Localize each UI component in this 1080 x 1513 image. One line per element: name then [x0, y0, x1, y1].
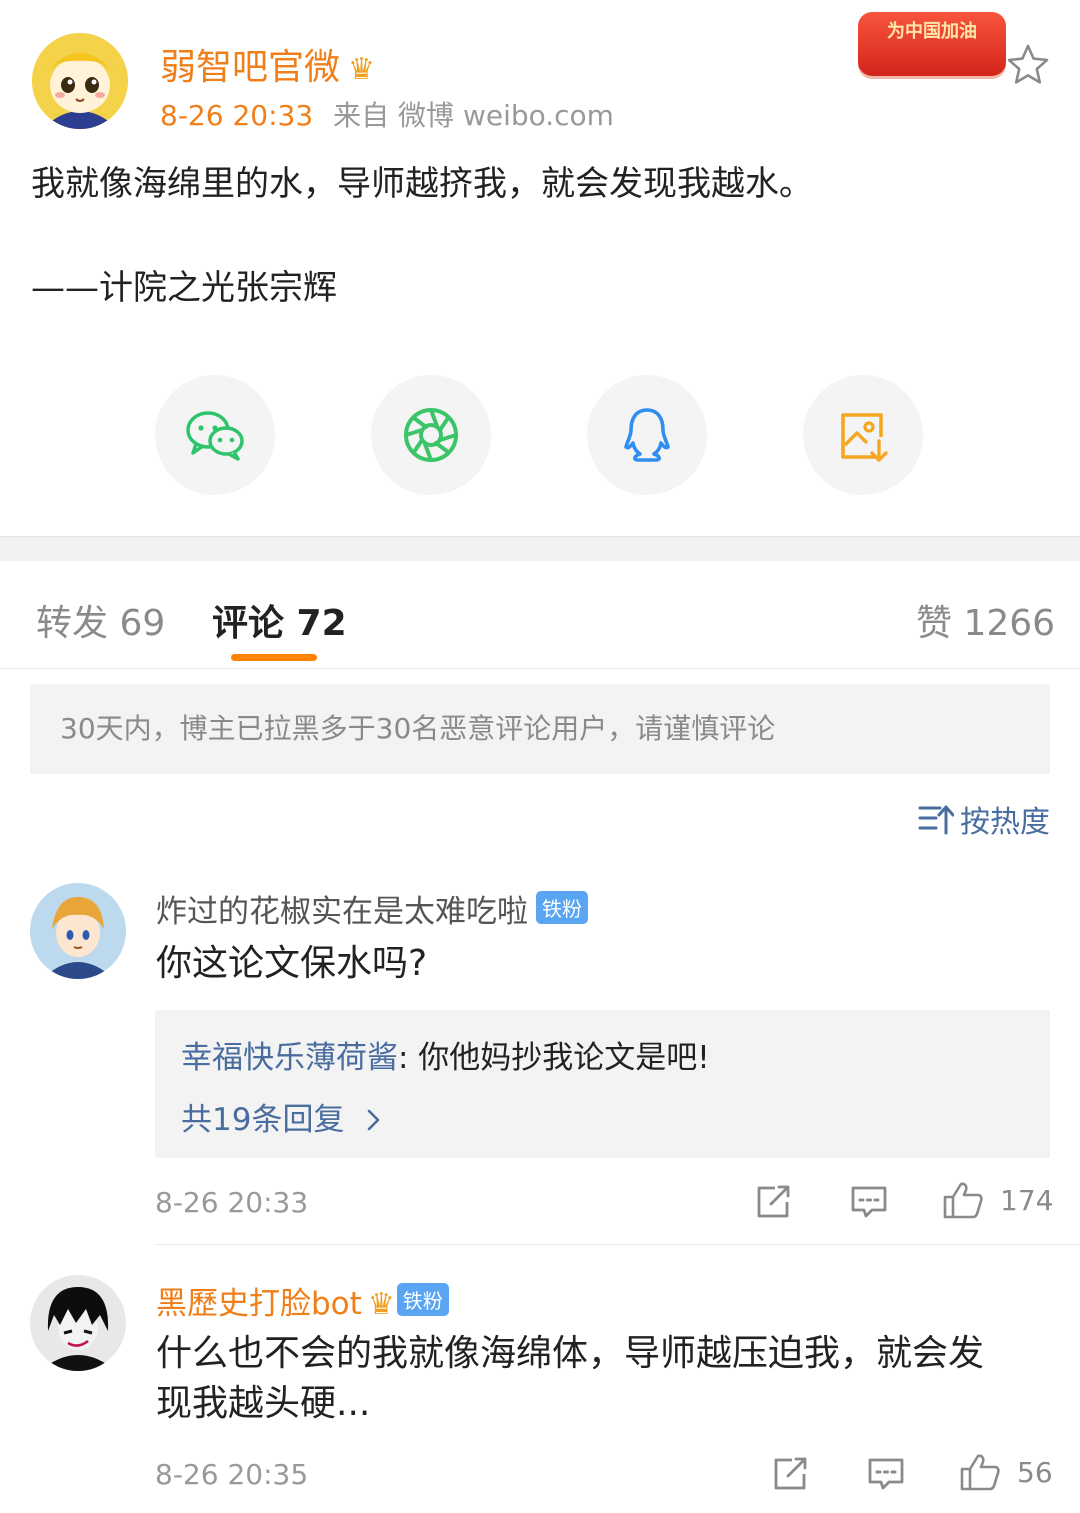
author-name[interactable]: 弱智吧官微 — [160, 47, 340, 88]
author-name-row[interactable]: 弱智吧官微 ♛ — [160, 38, 375, 90]
reply-count-label: 共19条回复 — [181, 1102, 345, 1138]
comment-time: 8-26 20:33 — [155, 1186, 309, 1219]
reply-text: : 你他妈抄我论文是吧! — [398, 1040, 710, 1076]
sort-icon — [918, 805, 954, 835]
crown-vip-icon: ♛ — [367, 1287, 395, 1322]
like-comment-button[interactable]: 174 — [942, 1180, 1053, 1220]
qq-icon — [624, 408, 670, 462]
post-body: 我就像海绵里的水，导师越挤我，就会发现我越水。 — [31, 164, 813, 204]
commenter-avatar[interactable] — [30, 1275, 126, 1371]
share-qq-button[interactable] — [587, 375, 707, 495]
thumbs-up-icon — [960, 1454, 1000, 1491]
commenter-name[interactable]: 黑歷史打脸bot — [156, 1286, 362, 1322]
share-wechat-button[interactable] — [155, 375, 275, 495]
like-comment-button[interactable]: 56 — [959, 1452, 1053, 1492]
sort-by-hot-button[interactable]: 按热度 — [918, 797, 1050, 841]
favorite-star-icon[interactable] — [1005, 42, 1051, 88]
reply-line: 幸福快乐薄荷酱: 你他妈抄我论文是吧! — [181, 1032, 710, 1077]
like-count: 56 — [1017, 1455, 1053, 1489]
commenter-name-row[interactable]: 炸过的花椒实在是太难吃啦 铁粉 — [156, 886, 588, 931]
save-image-icon — [841, 413, 888, 462]
comment-notice: 30天内，博主已拉黑多于30名恶意评论用户，请谨慎评论 — [30, 684, 1050, 774]
comment-text-line-2: 现我越头硬... — [156, 1383, 371, 1424]
post-time: 8-26 20:33 — [160, 99, 314, 132]
anime-avatar-image — [32, 33, 128, 129]
tab-repost[interactable]: 转发 69 — [36, 594, 165, 646]
tab-comments[interactable]: 评论 72 — [212, 594, 347, 646]
share-moments-button[interactable] — [371, 375, 491, 495]
moments-icon — [404, 408, 458, 462]
reply-comment-icon[interactable] — [850, 1184, 888, 1224]
reply-user[interactable]: 幸福快乐薄荷酱 — [181, 1040, 398, 1076]
tab-likes[interactable]: 赞 1266 — [916, 594, 1055, 646]
fan-badge: 铁粉 — [396, 1283, 449, 1316]
fan-badge: 铁粉 — [536, 891, 588, 924]
sort-label: 按热度 — [960, 805, 1050, 840]
section-divider — [0, 536, 1080, 561]
post-source: 来自 微博 weibo.com — [333, 99, 614, 132]
comment-time: 8-26 20:35 — [155, 1458, 309, 1491]
commenter-name[interactable]: 炸过的花椒实在是太难吃啦 — [156, 894, 528, 930]
view-replies-link[interactable]: 共19条回复 — [181, 1094, 384, 1139]
wechat-icon — [186, 411, 244, 461]
reply-comment-icon[interactable] — [867, 1456, 905, 1496]
like-count: 174 — [1000, 1183, 1054, 1217]
comment-divider — [155, 1244, 1080, 1245]
reply-preview[interactable]: 幸福快乐薄荷酱: 你他妈抄我论文是吧! 共19条回复 — [155, 1010, 1050, 1158]
author-avatar[interactable] — [32, 33, 128, 129]
chevron-right-icon — [368, 1109, 380, 1131]
commenter-avatar[interactable] — [30, 883, 126, 979]
thumbs-up-icon — [943, 1182, 983, 1219]
active-tab-indicator — [231, 654, 317, 661]
commenter-name-row[interactable]: 黑歷史打脸bot ♛ 铁粉 — [156, 1278, 449, 1323]
cheer-badge-label: 为中国加油 — [887, 21, 977, 42]
comment-text: 你这论文保水吗? — [156, 943, 428, 984]
repost-comment-icon[interactable] — [755, 1184, 793, 1224]
cheer-badge[interactable]: 为中国加油 — [858, 12, 1006, 76]
post-signature: ——计院之光张宗辉 — [31, 268, 337, 308]
tabs-divider — [0, 668, 1080, 669]
anime-avatar-image — [30, 883, 126, 979]
save-image-button[interactable] — [803, 375, 923, 495]
post-meta: 8-26 20:33 来自 微博 weibo.com — [160, 94, 614, 134]
comment-text-line-1: 什么也不会的我就像海绵体，导师越压迫我，就会发 — [156, 1333, 985, 1374]
dark-avatar-image — [30, 1275, 126, 1371]
crown-vip-icon: ♛ — [348, 52, 375, 87]
repost-comment-icon[interactable] — [772, 1456, 810, 1496]
